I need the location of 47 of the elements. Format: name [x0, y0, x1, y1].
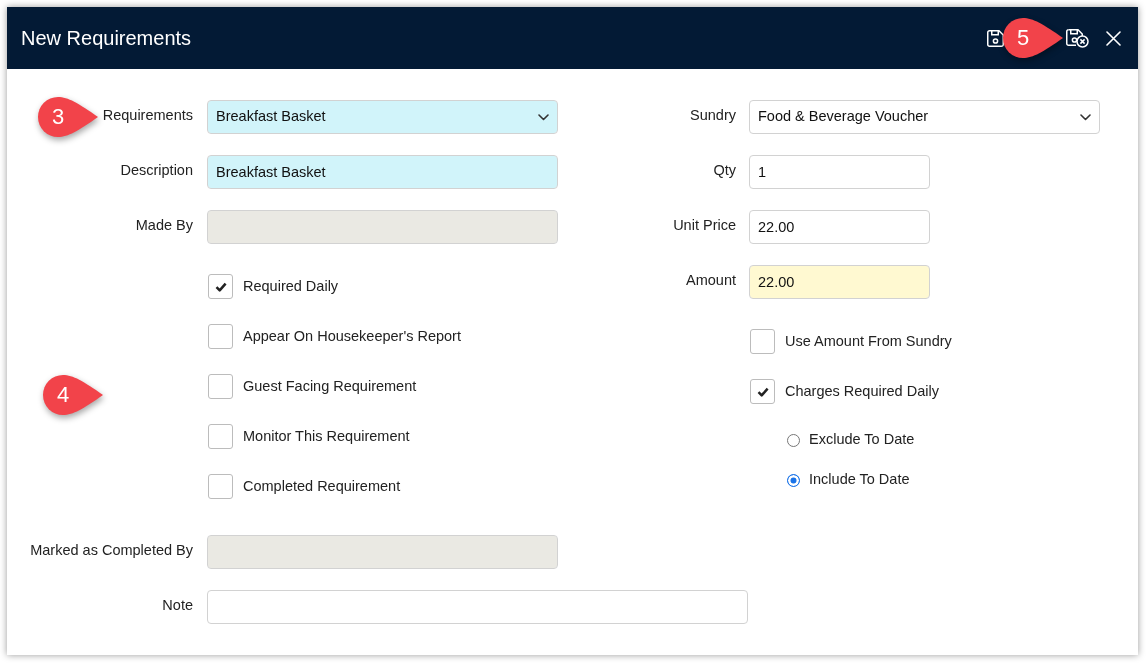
chevron-down-icon: [538, 113, 549, 121]
checkbox[interactable]: [750, 379, 775, 404]
checkbox-label: Completed Requirement: [243, 476, 401, 496]
close-button[interactable]: [1106, 30, 1121, 46]
field-label: Requirements: [102, 105, 193, 125]
field-label: Sundry: [690, 105, 736, 125]
dropdown[interactable]: Food & Beverage Voucher: [749, 100, 1100, 134]
checkbox-label: Guest Facing Requirement: [243, 376, 417, 396]
checkbox-label: Charges Required Daily: [785, 381, 939, 401]
checkbox[interactable]: [750, 329, 775, 354]
checkbox-label: Appear On Housekeeper's Report: [243, 326, 461, 346]
field-label: Unit Price: [673, 215, 736, 235]
callout-marker: 5: [1003, 18, 1063, 58]
check-icon: [756, 386, 769, 397]
checkbox[interactable]: [208, 374, 233, 399]
checkbox-label: Required Daily: [243, 276, 339, 296]
radio-label: Exclude To Date: [809, 430, 915, 450]
window-title: New Requirements: [21, 26, 192, 51]
callout-marker: 4: [43, 375, 103, 415]
close-icon: [1106, 30, 1121, 46]
text-field[interactable]: 1: [749, 155, 930, 189]
chevron-down-icon: [1080, 113, 1091, 121]
save-button[interactable]: [987, 29, 1004, 47]
field-label: Note: [162, 595, 193, 615]
checkbox[interactable]: [208, 424, 233, 449]
checkbox-label: Monitor This Requirement: [243, 426, 410, 446]
save-and-close-button[interactable]: [1066, 28, 1089, 48]
field-label: Amount: [686, 270, 736, 290]
checkbox[interactable]: [208, 274, 233, 299]
text-field[interactable]: 22.00: [749, 210, 930, 244]
floppy-disk-x-icon: [1066, 28, 1089, 48]
field-label: Qty: [713, 160, 736, 180]
radio-button[interactable]: [787, 473, 800, 487]
text-field[interactable]: 22.00: [749, 265, 930, 299]
checkbox[interactable]: [208, 474, 233, 499]
dropdown[interactable]: Breakfast Basket: [207, 100, 558, 134]
field-label: Description: [120, 160, 193, 180]
text-field[interactable]: [207, 590, 748, 624]
check-icon: [214, 281, 227, 292]
field-label: Made By: [135, 215, 193, 235]
callout-marker: 3: [38, 97, 98, 137]
checkbox-label: Use Amount From Sundry: [785, 331, 952, 351]
field-label: Marked as Completed By: [30, 540, 193, 560]
checkbox[interactable]: [208, 324, 233, 349]
text-field[interactable]: Breakfast Basket: [207, 155, 558, 189]
radio-button[interactable]: [787, 433, 800, 447]
radio-label: Include To Date: [809, 470, 910, 490]
